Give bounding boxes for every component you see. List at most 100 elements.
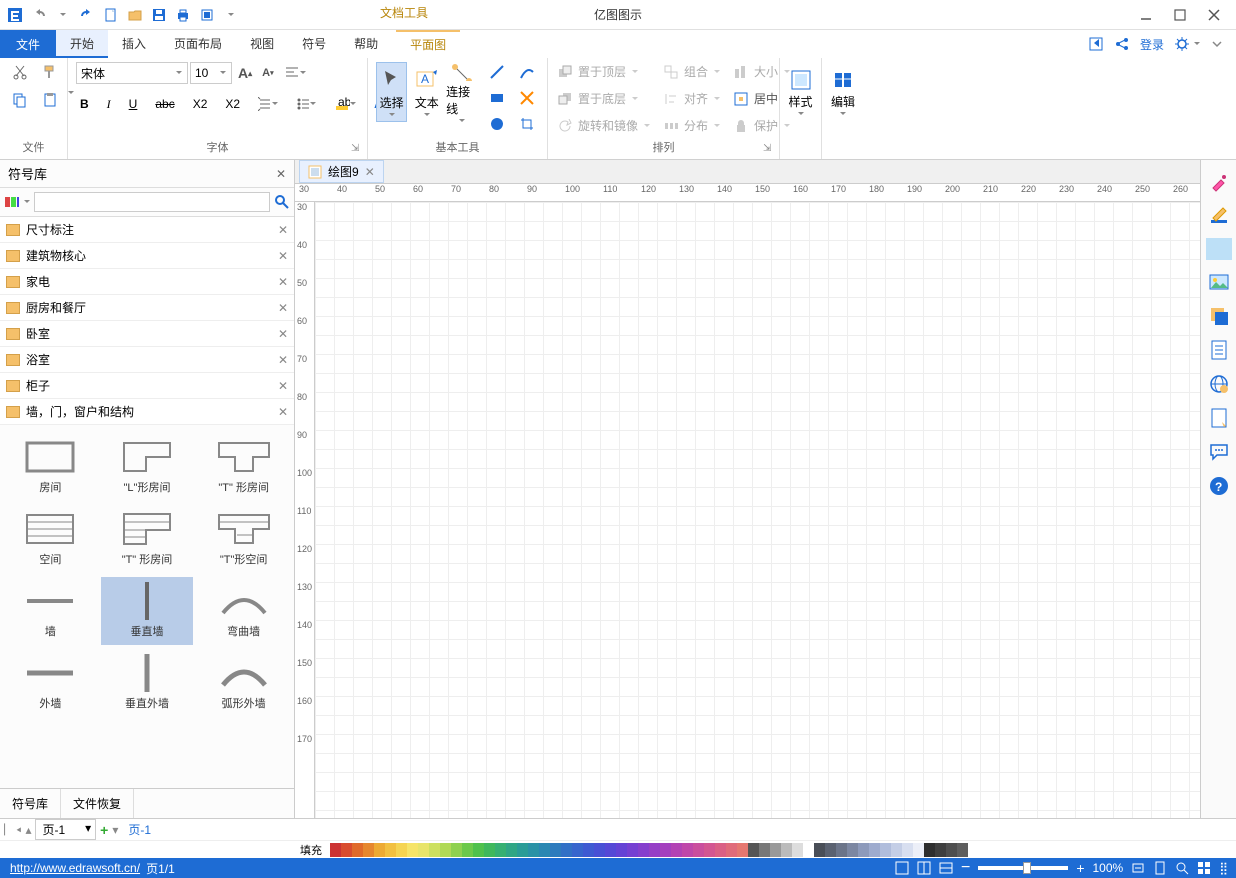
- panel-tab-recovery[interactable]: 文件恢复: [61, 789, 134, 818]
- color-swatch[interactable]: [902, 843, 913, 857]
- resize-grip-icon[interactable]: ⣿: [1219, 861, 1226, 875]
- format-painter-icon[interactable]: [38, 62, 62, 82]
- color-swatch[interactable]: [946, 843, 957, 857]
- color-swatch[interactable]: [330, 843, 341, 857]
- connector-tool[interactable]: 连接线: [446, 62, 477, 122]
- rp-edit-icon[interactable]: [1207, 204, 1231, 228]
- new-button[interactable]: [100, 4, 122, 26]
- color-swatch[interactable]: [825, 843, 836, 857]
- bring-front-button[interactable]: 置于顶层: [556, 62, 652, 81]
- cat-close-icon[interactable]: ✕: [278, 301, 288, 315]
- zoom-in-icon[interactable]: +: [1076, 860, 1084, 876]
- text-tool[interactable]: A文本: [411, 62, 442, 122]
- font-dialog-launcher[interactable]: ⇲: [351, 143, 363, 155]
- export-button[interactable]: [196, 4, 218, 26]
- shape-vertical-wall[interactable]: 垂直墙: [101, 577, 194, 645]
- menu-start[interactable]: 开始: [56, 30, 108, 58]
- copy-icon[interactable]: [8, 90, 32, 110]
- color-swatch[interactable]: [594, 843, 605, 857]
- qat-dropdown-2[interactable]: [220, 4, 242, 26]
- color-swatch[interactable]: [847, 843, 858, 857]
- cat-close-icon[interactable]: ✕: [278, 405, 288, 419]
- view-mode-2-icon[interactable]: [917, 861, 931, 875]
- color-swatch[interactable]: [583, 843, 594, 857]
- color-swatch[interactable]: [913, 843, 924, 857]
- color-swatch[interactable]: [539, 843, 550, 857]
- login-link[interactable]: 登录: [1140, 36, 1164, 53]
- undo-button[interactable]: [28, 4, 50, 26]
- fullscreen-icon[interactable]: [1197, 861, 1211, 875]
- color-swatch[interactable]: [737, 843, 748, 857]
- ellipse-tool-icon[interactable]: [485, 114, 509, 134]
- collapse-ribbon-icon[interactable]: [1210, 37, 1224, 51]
- color-swatch[interactable]: [418, 843, 429, 857]
- send-back-button[interactable]: 置于底层: [556, 89, 652, 108]
- color-swatch[interactable]: [693, 843, 704, 857]
- doc-tab[interactable]: 绘图9 ✕: [299, 160, 384, 183]
- color-swatch[interactable]: [924, 843, 935, 857]
- line-spacing-icon[interactable]: [254, 95, 282, 113]
- font-size-select[interactable]: 10: [190, 62, 232, 84]
- color-swatch[interactable]: [462, 843, 473, 857]
- color-swatch[interactable]: [363, 843, 374, 857]
- color-swatch[interactable]: [715, 843, 726, 857]
- symbol-search-input[interactable]: [34, 192, 270, 212]
- color-swatch[interactable]: [792, 843, 803, 857]
- align-icon[interactable]: [280, 63, 310, 83]
- rp-globe-icon[interactable]: [1207, 372, 1231, 396]
- color-swatch[interactable]: [627, 843, 638, 857]
- shape-t-space[interactable]: "T"形空间: [197, 505, 290, 573]
- shape-l-room[interactable]: "L"形房间: [101, 433, 194, 501]
- zoom-slider[interactable]: [978, 866, 1068, 870]
- menu-help[interactable]: 帮助: [340, 30, 392, 58]
- shape-arc-ext-wall[interactable]: 弧形外墙: [197, 649, 290, 717]
- bold-icon[interactable]: B: [76, 95, 93, 113]
- color-swatch[interactable]: [341, 843, 352, 857]
- rp-pick-icon[interactable]: [1207, 170, 1231, 194]
- page-up-icon[interactable]: ▴: [25, 823, 31, 837]
- rp-page-icon[interactable]: [1207, 406, 1231, 430]
- color-swatch[interactable]: [682, 843, 693, 857]
- color-swatch[interactable]: [506, 843, 517, 857]
- color-swatch[interactable]: [957, 843, 968, 857]
- color-swatch[interactable]: [605, 843, 616, 857]
- rp-comment-icon[interactable]: [1207, 440, 1231, 464]
- edit-button[interactable]: 编辑: [830, 62, 856, 122]
- cat-close-icon[interactable]: ✕: [278, 223, 288, 237]
- panel-tab-symbols[interactable]: 符号库: [0, 789, 61, 818]
- color-swatch[interactable]: [572, 843, 583, 857]
- shape-space[interactable]: 空间: [4, 505, 97, 573]
- color-swatch[interactable]: [891, 843, 902, 857]
- cat-item-2[interactable]: 家电✕: [0, 269, 294, 295]
- color-swatch[interactable]: [704, 843, 715, 857]
- group-button[interactable]: 组合: [662, 62, 722, 81]
- view-mode-1-icon[interactable]: [895, 861, 909, 875]
- redo-button[interactable]: [76, 4, 98, 26]
- color-swatch[interactable]: [748, 843, 759, 857]
- shape-vert-ext-wall[interactable]: 垂直外墙: [101, 649, 194, 717]
- shape-room[interactable]: 房间: [4, 433, 97, 501]
- color-swatch[interactable]: [484, 843, 495, 857]
- cat-close-icon[interactable]: ✕: [278, 327, 288, 341]
- shape-ext-wall[interactable]: 外墙: [4, 649, 97, 717]
- x-tool-icon[interactable]: [515, 88, 539, 108]
- cat-close-icon[interactable]: ✕: [278, 275, 288, 289]
- rp-doc-icon[interactable]: [1207, 338, 1231, 362]
- bullet-icon[interactable]: [292, 95, 320, 113]
- color-swatch[interactable]: [429, 843, 440, 857]
- color-swatch[interactable]: [759, 843, 770, 857]
- color-swatch[interactable]: [528, 843, 539, 857]
- fit-page-icon[interactable]: [1153, 861, 1167, 875]
- qat-dropdown-1[interactable]: [52, 4, 74, 26]
- grow-font-icon[interactable]: A▴: [234, 63, 256, 83]
- search-icon[interactable]: [274, 194, 290, 210]
- color-swatch[interactable]: [561, 843, 572, 857]
- color-swatch[interactable]: [352, 843, 363, 857]
- menu-view[interactable]: 视图: [236, 30, 288, 58]
- italic-icon[interactable]: I: [103, 95, 115, 114]
- rect-tool-icon[interactable]: [485, 88, 509, 108]
- view-mode-3-icon[interactable]: [939, 861, 953, 875]
- fit-width-icon[interactable]: [1131, 861, 1145, 875]
- align-button[interactable]: 对齐: [662, 89, 722, 108]
- color-swatch[interactable]: [385, 843, 396, 857]
